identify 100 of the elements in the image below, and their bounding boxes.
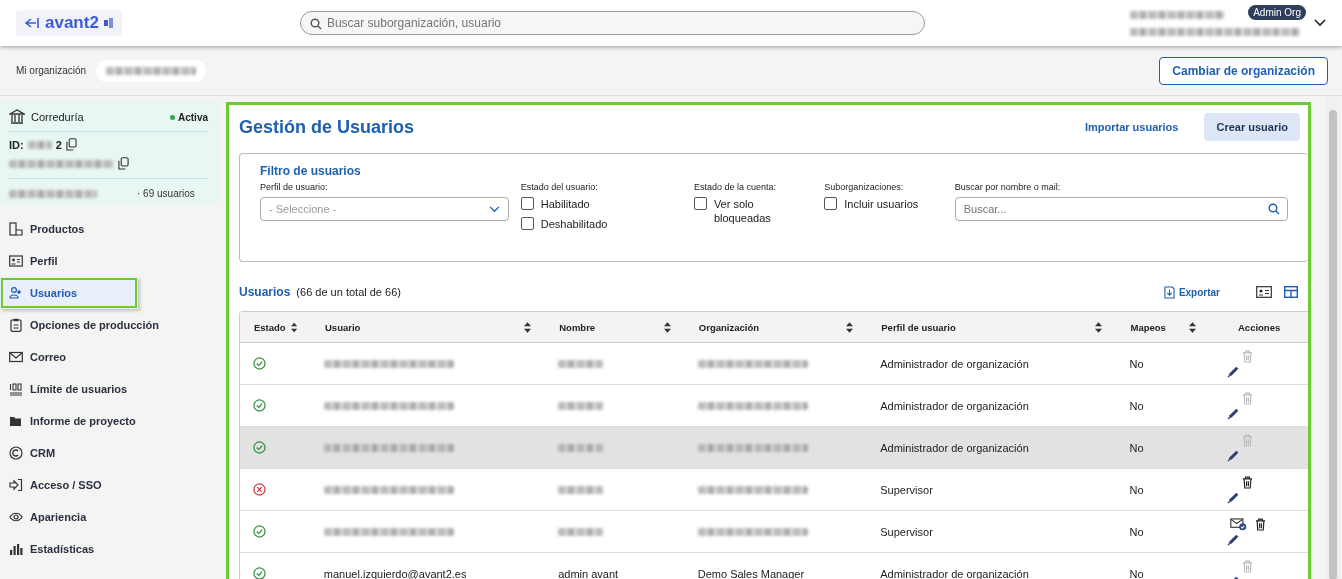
table-cell: No xyxy=(1129,483,1144,496)
column-header: Mapeos xyxy=(1130,321,1166,333)
table-cell: Administrador de organización xyxy=(880,399,1029,412)
hundred-icon xyxy=(9,382,23,396)
table-cell: Administrador de organización xyxy=(880,567,1029,579)
export-button[interactable]: Exportar xyxy=(1163,285,1220,299)
column-header: Estado xyxy=(254,321,286,333)
login-icon xyxy=(9,478,23,492)
blurred-text xyxy=(558,443,604,452)
table-cell: No xyxy=(1129,357,1144,370)
column-header: Nombre xyxy=(559,321,596,333)
checkbox[interactable] xyxy=(520,217,534,230)
change-org-button[interactable]: Cambiar de organización xyxy=(1159,56,1328,85)
checkbox-label: Habilitado xyxy=(540,197,590,211)
folder-icon xyxy=(9,414,23,428)
scrollbar[interactable] xyxy=(1326,96,1340,579)
search-field[interactable]: Buscar... xyxy=(954,197,1288,221)
create-user-button[interactable]: Crear usuario xyxy=(1204,113,1300,141)
sort-icon[interactable] xyxy=(1095,321,1103,333)
sidebar-item[interactable]: Correo xyxy=(0,341,220,373)
sidebar-item[interactable]: Usuarios xyxy=(0,277,138,309)
sidebar-item[interactable]: Estadísticas xyxy=(0,533,220,565)
user-count: · 69 usuarios xyxy=(137,188,195,199)
id-suffix: 2 xyxy=(55,138,62,151)
trash-icon[interactable] xyxy=(1242,475,1254,489)
bank-icon xyxy=(9,109,25,125)
building-icon xyxy=(9,222,23,236)
logo-mark-icon xyxy=(103,18,114,28)
table-cell: Demo Sales Manager xyxy=(697,567,805,579)
copy-icon[interactable] xyxy=(65,138,77,151)
table-cell: Supervisor xyxy=(880,483,933,496)
table-cell: No xyxy=(1129,525,1144,538)
sort-icon[interactable] xyxy=(846,321,854,333)
card-view-icon[interactable] xyxy=(1256,286,1272,298)
sidebar-item[interactable]: Acceso / SSO xyxy=(0,469,220,501)
search-icon xyxy=(1268,203,1280,215)
search-field[interactable]: Buscar suborganización, usuario xyxy=(299,11,925,35)
chevron-down-icon xyxy=(488,205,500,213)
copyright-icon xyxy=(9,446,23,460)
blurred-text xyxy=(27,140,52,149)
sidebar-item[interactable]: Informe de proyecto xyxy=(0,405,220,437)
filter-title: Filtro de usuarios xyxy=(260,164,362,178)
trash-icon[interactable] xyxy=(1255,517,1267,531)
sort-icon[interactable] xyxy=(524,321,532,333)
sidebar-item[interactable]: CRM xyxy=(0,437,220,469)
sort-icon[interactable] xyxy=(663,321,671,333)
blurred-text xyxy=(558,401,604,410)
logo[interactable]: avant2 xyxy=(16,10,122,36)
sidebar-item[interactable]: Límite de usuarios xyxy=(0,373,220,405)
table-cell: Administrador de organización xyxy=(880,357,1029,370)
search-icon xyxy=(309,18,322,30)
clipboard-icon xyxy=(9,318,23,332)
blurred-text xyxy=(558,359,604,368)
field-label: Buscar por nombre o mail: xyxy=(954,182,1062,192)
result-count: (66 de un total de 66) xyxy=(296,286,401,298)
table-cell: No xyxy=(1129,441,1144,454)
checkbox[interactable] xyxy=(824,197,838,210)
id-label: ID: xyxy=(9,138,24,151)
column-header: Perfil de usuario xyxy=(881,321,956,333)
field-label: Perfil de usuario: xyxy=(260,182,329,192)
sort-icon[interactable] xyxy=(1189,321,1197,333)
status-dot xyxy=(170,114,175,120)
column-header: Organización xyxy=(698,321,760,333)
bar-chart-icon xyxy=(9,542,23,556)
import-users-link[interactable]: Importar usuarios xyxy=(1084,121,1179,133)
checkbox[interactable] xyxy=(693,197,707,210)
page-title: Gestión de Usuarios xyxy=(239,116,415,138)
table-cell: No xyxy=(1129,567,1144,579)
sort-icon[interactable] xyxy=(290,321,297,333)
table-cell: admin avant xyxy=(558,567,619,579)
table-title: Usuarios xyxy=(239,285,291,299)
chevron-down-icon[interactable] xyxy=(1314,19,1326,27)
table-cell: manuel.izquierdo@avant2.es xyxy=(323,567,467,579)
back-arrow-icon xyxy=(24,17,40,29)
users-icon xyxy=(9,286,23,300)
mail-icon xyxy=(9,350,23,364)
checkbox-label: Incluir usuarios xyxy=(844,197,919,211)
checkbox-label: Ver solo bloqueadas xyxy=(713,197,772,225)
sidebar-item[interactable]: Opciones de producción xyxy=(0,309,220,341)
sidebar-item[interactable]: Productos xyxy=(0,213,220,245)
field-label: Estado de la cuenta: xyxy=(693,182,777,192)
table-view-icon[interactable] xyxy=(1284,286,1298,298)
org-type: Correduría xyxy=(31,111,84,123)
field-label: Estado del usuario: xyxy=(520,182,599,192)
download-icon xyxy=(1163,285,1175,299)
org-label: Mi organización xyxy=(16,65,87,76)
logo-text: avant2 xyxy=(45,13,99,33)
field-label: Suborganizaciones: xyxy=(824,182,905,192)
sidebar-item[interactable]: Perfil xyxy=(0,245,220,277)
blurred-text xyxy=(558,527,604,536)
eye-icon xyxy=(9,510,23,524)
mail-check-icon[interactable] xyxy=(1230,517,1248,531)
checkbox[interactable] xyxy=(520,197,534,210)
table-cell: Supervisor xyxy=(880,525,933,538)
table-cell: Administrador de organización xyxy=(880,441,1029,454)
id-card-icon xyxy=(9,254,23,268)
column-header: Acciones xyxy=(1238,321,1281,333)
sidebar-item[interactable]: Apariencia xyxy=(0,501,220,533)
status-text: Activa xyxy=(178,111,208,123)
copy-icon[interactable] xyxy=(118,157,129,170)
